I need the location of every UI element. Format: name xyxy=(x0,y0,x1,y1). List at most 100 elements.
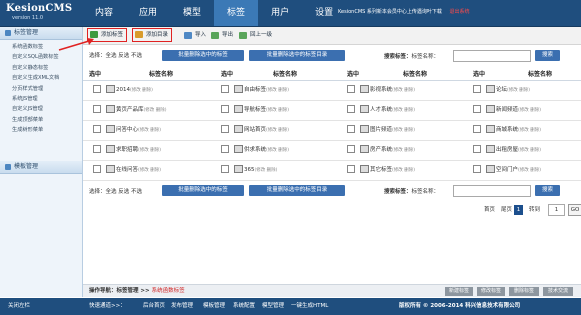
last-page-link[interactable]: 尾页 xyxy=(501,205,512,215)
tag-name-link[interactable]: 论坛 xyxy=(496,87,507,93)
row-checkbox[interactable] xyxy=(473,165,481,173)
tag-actions[interactable]: (修改 删除) xyxy=(518,108,541,113)
row-checkbox[interactable] xyxy=(221,125,229,133)
row-checkbox[interactable] xyxy=(347,85,355,93)
row-checkbox[interactable] xyxy=(93,145,101,153)
footer-link-models[interactable]: 模型管理 xyxy=(262,298,284,315)
tag-actions[interactable]: (修改 删除) xyxy=(392,88,415,93)
footer-link-templates[interactable]: 模板管理 xyxy=(203,298,225,315)
tag-name-link[interactable]: 求职招聘 xyxy=(116,147,138,153)
new-tag-button[interactable]: 新建标签 xyxy=(445,287,473,296)
import-button[interactable]: 导入 xyxy=(182,30,206,41)
tag-actions[interactable]: (修改 删除) xyxy=(392,168,415,173)
tech-support-button[interactable]: 技术交流 xyxy=(543,287,573,296)
tag-name-link[interactable]: 人才系统 xyxy=(370,107,392,113)
row-checkbox[interactable] xyxy=(221,105,229,113)
footer-link-publish[interactable]: 发布管理 xyxy=(171,298,193,315)
sidebar-item-sql-function-tags[interactable]: 自定义SQL函数标签 xyxy=(0,52,82,62)
tag-actions[interactable]: (修改 删除) xyxy=(266,128,289,133)
tag-actions[interactable]: (修改 删除) xyxy=(518,148,541,153)
search-input-bottom[interactable] xyxy=(453,185,531,197)
row-checkbox[interactable] xyxy=(93,125,101,133)
breadcrumb-current[interactable]: 系统函数标签 xyxy=(152,288,185,294)
footer-link-home[interactable]: 后台首页 xyxy=(143,298,165,315)
tag-name-link[interactable]: 新闻频道 xyxy=(496,107,518,113)
tag-name-link[interactable]: 其它标签 xyxy=(370,167,392,173)
tag-actions[interactable]: (修改 删除) xyxy=(266,88,289,93)
tag-actions[interactable]: (修改 删除) xyxy=(518,168,541,173)
search-button-bottom[interactable]: 搜索 xyxy=(535,185,560,196)
edit-tag-button[interactable]: 修改标签 xyxy=(477,287,505,296)
row-checkbox[interactable] xyxy=(93,105,101,113)
tab-content[interactable]: 内容 xyxy=(82,0,126,26)
tag-name-link[interactable]: 供求系统 xyxy=(244,147,266,153)
add-directory-button[interactable]: 添加目录 xyxy=(132,28,173,42)
footer-link-generate-html[interactable]: 一键生成HTML xyxy=(291,298,328,315)
close-sidebar-link[interactable]: 关闭左栏 xyxy=(8,298,30,315)
tag-actions[interactable]: (修改 删除) xyxy=(518,128,541,133)
row-checkbox[interactable] xyxy=(347,125,355,133)
tag-name-link[interactable]: 365 xyxy=(244,167,255,173)
tag-name-link[interactable]: 2014 xyxy=(116,87,130,93)
search-input[interactable] xyxy=(453,50,531,62)
select-options[interactable]: 选择：全选 反选 不选 xyxy=(89,50,142,62)
row-checkbox[interactable] xyxy=(473,145,481,153)
export-button[interactable]: 导出 xyxy=(209,30,233,41)
tag-name-link[interactable]: 空间门户 xyxy=(496,167,518,173)
sidebar-section-templates[interactable]: 模板管理 xyxy=(0,161,82,174)
tag-name-link[interactable]: 黄页产品库 xyxy=(116,107,144,113)
tag-actions[interactable]: (修改 删除) xyxy=(266,108,289,113)
sidebar-item-system-js[interactable]: 系统JS管理 xyxy=(0,94,82,104)
delete-tag-button[interactable]: 删除标签 xyxy=(509,287,539,296)
batch-delete-tags-button[interactable]: 批量删除选中的标签 xyxy=(162,50,244,61)
tab-tags[interactable]: 标签 xyxy=(214,0,259,26)
top-message-text[interactable]: KesionCMS 系列新本会员中心上传遇询叶下载 xyxy=(338,9,442,15)
first-page-link[interactable]: 首页 xyxy=(484,205,495,215)
sidebar-item-static-tags[interactable]: 自定义静态标签 xyxy=(0,63,82,73)
goto-page-input[interactable]: 1 xyxy=(548,204,565,216)
row-checkbox[interactable] xyxy=(473,125,481,133)
tag-name-link[interactable]: 网站首页 xyxy=(244,127,266,133)
tag-actions[interactable]: (修改 删除) xyxy=(138,128,161,133)
back-button[interactable]: 回上一级 xyxy=(237,30,272,41)
tag-actions[interactable]: (修改 删除) xyxy=(266,148,289,153)
row-checkbox[interactable] xyxy=(93,85,101,93)
row-checkbox[interactable] xyxy=(221,165,229,173)
go-button[interactable]: GO xyxy=(568,204,581,216)
tab-users[interactable]: 用户 xyxy=(258,0,302,26)
exit-link[interactable]: 退出系统 xyxy=(450,9,470,15)
tag-name-link[interactable]: 自由标签 xyxy=(244,87,266,93)
row-checkbox[interactable] xyxy=(473,105,481,113)
tab-models[interactable]: 模型 xyxy=(170,0,214,26)
row-checkbox[interactable] xyxy=(347,145,355,153)
tag-actions[interactable]: (修改 删除) xyxy=(392,128,415,133)
tag-actions[interactable]: (修改 删除) xyxy=(392,148,415,153)
search-button[interactable]: 搜索 xyxy=(535,50,560,61)
tag-name-link[interactable]: 商城系统 xyxy=(496,127,518,133)
current-page[interactable]: 1 xyxy=(514,205,523,215)
footer-link-config[interactable]: 系统配置 xyxy=(233,298,255,315)
sidebar-item-custom-js[interactable]: 自定义JS管理 xyxy=(0,104,82,114)
sidebar-item-tree-menu[interactable]: 生成树形菜单 xyxy=(0,125,82,135)
tag-actions[interactable]: (修改 删除) xyxy=(144,108,167,113)
tag-actions[interactable]: (修改 删除) xyxy=(255,168,278,173)
tag-actions[interactable]: (修改 删除) xyxy=(138,148,161,153)
tab-apps[interactable]: 应用 xyxy=(126,0,170,26)
tag-actions[interactable]: (修改 删除) xyxy=(392,108,415,113)
tag-name-link[interactable]: 影视系统 xyxy=(370,87,392,93)
tag-name-link[interactable]: 出租房屋 xyxy=(496,147,518,153)
row-checkbox[interactable] xyxy=(347,165,355,173)
tag-name-link[interactable]: 在线问答 xyxy=(116,167,138,173)
tag-actions[interactable]: (修改 删除) xyxy=(507,88,530,93)
row-checkbox[interactable] xyxy=(473,85,481,93)
batch-delete-dirs-button-bottom[interactable]: 批量删除选中的标签目录 xyxy=(249,185,345,196)
tag-name-link[interactable]: 问答中心 xyxy=(116,127,138,133)
tag-name-link[interactable]: 房产系统 xyxy=(370,147,392,153)
row-checkbox[interactable] xyxy=(93,165,101,173)
tag-name-link[interactable]: 图片频道 xyxy=(370,127,392,133)
row-checkbox[interactable] xyxy=(221,145,229,153)
tag-actions[interactable]: (修改 删除) xyxy=(130,88,153,93)
sidebar-item-xml-generate[interactable]: 自定义生成XML文档 xyxy=(0,73,82,83)
select-options-bottom[interactable]: 选择：全选 反选 不选 xyxy=(89,186,142,198)
tag-actions[interactable]: (修改 删除) xyxy=(138,168,161,173)
